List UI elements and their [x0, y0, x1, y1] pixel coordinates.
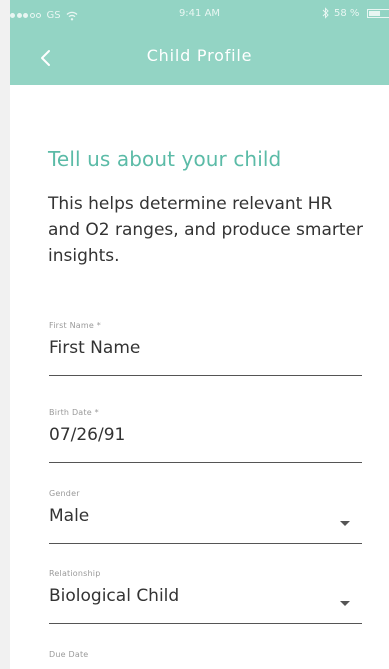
- gender-select[interactable]: Gender Male: [49, 489, 362, 544]
- due-date-field[interactable]: Due Date: [49, 650, 362, 669]
- bluetooth-icon: [322, 7, 329, 19]
- phone-screen: GS 9:41 AM 58 % Child Profile Tell us ab…: [10, 0, 389, 669]
- due-date-label: Due Date: [49, 650, 89, 659]
- page-title: Child Profile: [146, 46, 253, 65]
- first-name-field[interactable]: First Name * First Name: [49, 321, 362, 376]
- chevron-down-icon[interactable]: [340, 601, 350, 606]
- relationship-value[interactable]: Biological Child: [49, 586, 179, 606]
- birth-date-input[interactable]: 07/26/91: [49, 425, 125, 445]
- battery-level-fill: [369, 11, 380, 16]
- battery-percentage: 58 %: [334, 8, 360, 19]
- status-bar: GS 9:41 AM 58 %: [10, 0, 389, 30]
- first-name-label: First Name *: [49, 321, 101, 330]
- battery-icon: [367, 9, 389, 18]
- gender-label: Gender: [49, 489, 80, 498]
- status-time: 9:41 AM: [178, 8, 221, 19]
- relationship-select[interactable]: Relationship Biological Child: [49, 569, 362, 624]
- first-name-input[interactable]: First Name: [49, 338, 140, 358]
- form-heading: Tell us about your child: [48, 147, 282, 171]
- birth-date-label: Birth Date *: [49, 408, 99, 417]
- relationship-label: Relationship: [49, 569, 101, 578]
- chevron-down-icon[interactable]: [340, 521, 350, 526]
- gender-value[interactable]: Male: [49, 506, 89, 526]
- top-bar: GS 9:41 AM 58 % Child Profile: [10, 0, 389, 85]
- navigation-bar: Child Profile: [10, 30, 389, 85]
- birth-date-field[interactable]: Birth Date * 07/26/91: [49, 408, 362, 463]
- form-intro-text: This helps determine relevant HR and O2 …: [48, 194, 363, 266]
